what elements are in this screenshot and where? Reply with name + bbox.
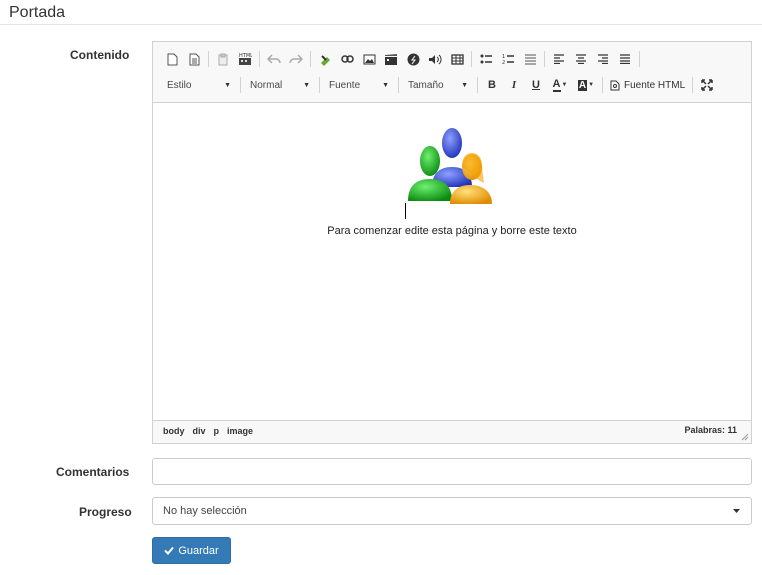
toolbar-separator bbox=[259, 51, 260, 67]
toolbar-separator bbox=[398, 77, 399, 93]
comments-label: Comentarios bbox=[56, 465, 130, 479]
align-left-icon[interactable] bbox=[548, 48, 570, 70]
content-label: Contenido bbox=[70, 48, 130, 62]
svg-text:HTML: HTML bbox=[239, 53, 252, 59]
caret-down-icon bbox=[733, 509, 740, 513]
toolbar-separator bbox=[602, 77, 603, 93]
chevron-down-icon: ▼ bbox=[561, 82, 568, 88]
flash-icon[interactable] bbox=[402, 48, 424, 70]
users-group-image bbox=[408, 128, 492, 204]
comments-input[interactable] bbox=[152, 458, 752, 485]
chevron-down-icon: ▼ bbox=[382, 81, 389, 89]
progress-label: Progreso bbox=[79, 505, 132, 519]
path-item[interactable]: body bbox=[163, 426, 185, 436]
rich-text-editor: HTML 1 2 Estilo ▼ Normal ▼ Fuente ▼ Tama… bbox=[152, 41, 752, 444]
anchor-icon[interactable] bbox=[314, 48, 336, 70]
horizontal-rule-icon[interactable] bbox=[519, 48, 541, 70]
toolbar-separator bbox=[310, 51, 311, 67]
editor-content-area[interactable]: Para comenzar edite esta página y borre … bbox=[153, 103, 751, 421]
align-center-icon[interactable] bbox=[570, 48, 592, 70]
editor-toolbar: HTML 1 2 Estilo ▼ Normal ▼ Fuente ▼ Tama… bbox=[153, 42, 751, 103]
underline-button[interactable]: U bbox=[525, 74, 547, 96]
bg-color-label: A bbox=[577, 79, 588, 91]
title-divider bbox=[0, 24, 762, 25]
toolbar-separator bbox=[208, 51, 209, 67]
format-combo[interactable]: Normal ▼ bbox=[244, 75, 316, 95]
size-combo-label: Tamaño bbox=[408, 79, 444, 91]
new-page-icon[interactable] bbox=[161, 48, 183, 70]
source-icon bbox=[610, 80, 620, 90]
source-html-label: Fuente HTML bbox=[624, 79, 686, 91]
image-icon[interactable] bbox=[358, 48, 380, 70]
toolbar-separator bbox=[319, 77, 320, 93]
chevron-down-icon: ▼ bbox=[224, 81, 231, 89]
checkmark-icon bbox=[164, 546, 175, 555]
justify-icon[interactable] bbox=[614, 48, 636, 70]
resize-handle-icon[interactable] bbox=[741, 433, 749, 441]
toolbar-separator bbox=[639, 51, 640, 67]
toolbar-row-2: Estilo ▼ Normal ▼ Fuente ▼ Tamaño ▼ B I … bbox=[161, 74, 718, 96]
toolbar-separator bbox=[692, 77, 694, 93]
progress-select[interactable]: No hay selección bbox=[152, 497, 752, 525]
italic-button[interactable]: I bbox=[503, 74, 525, 96]
video-icon[interactable] bbox=[380, 48, 402, 70]
style-combo-label: Estilo bbox=[167, 79, 192, 91]
save-button-label: Guardar bbox=[178, 544, 219, 557]
font-combo-label: Fuente bbox=[329, 79, 361, 91]
element-path: body div p image bbox=[163, 426, 253, 436]
toolbar-separator bbox=[544, 51, 545, 67]
chevron-down-icon: ▼ bbox=[588, 82, 595, 88]
maximize-icon[interactable] bbox=[696, 74, 718, 96]
chevron-down-icon: ▼ bbox=[303, 81, 310, 89]
audio-icon[interactable] bbox=[424, 48, 446, 70]
svg-text:2: 2 bbox=[502, 60, 505, 65]
chevron-down-icon: ▼ bbox=[461, 81, 468, 89]
size-combo[interactable]: Tamaño ▼ bbox=[402, 75, 474, 95]
link-icon[interactable] bbox=[336, 48, 358, 70]
save-button[interactable]: Guardar bbox=[152, 537, 231, 564]
progress-selected-value: No hay selección bbox=[163, 505, 247, 517]
editor-status-bar: body div p image Palabras: 11 bbox=[153, 420, 751, 443]
text-cursor bbox=[405, 203, 406, 219]
align-right-icon[interactable] bbox=[592, 48, 614, 70]
editor-body-text: Para comenzar edite esta página y borre … bbox=[327, 225, 577, 237]
table-icon[interactable] bbox=[446, 48, 468, 70]
path-item[interactable]: image bbox=[227, 426, 253, 436]
paste-word-icon[interactable]: HTML bbox=[234, 48, 256, 70]
style-combo[interactable]: Estilo ▼ bbox=[161, 75, 237, 95]
toolbar-separator bbox=[471, 51, 472, 67]
text-color-button[interactable]: A ▼ bbox=[547, 74, 573, 96]
toolbar-separator bbox=[477, 77, 478, 93]
bulleted-list-icon[interactable] bbox=[475, 48, 497, 70]
numbered-list-icon[interactable]: 12 bbox=[497, 48, 519, 70]
text-color-label: A bbox=[552, 77, 561, 92]
undo-icon[interactable] bbox=[263, 48, 285, 70]
redo-icon[interactable] bbox=[285, 48, 307, 70]
toolbar-separator bbox=[240, 77, 241, 93]
paste-icon[interactable] bbox=[212, 48, 234, 70]
source-html-button[interactable]: Fuente HTML bbox=[606, 74, 689, 96]
background-color-button[interactable]: A ▼ bbox=[573, 74, 599, 96]
word-count: Palabras: 11 bbox=[684, 425, 737, 435]
format-combo-label: Normal bbox=[250, 79, 283, 91]
page-title: Portada bbox=[9, 4, 66, 21]
path-item[interactable]: p bbox=[214, 426, 220, 436]
toolbar-row-1: HTML 1 2 bbox=[161, 48, 643, 70]
path-item[interactable]: div bbox=[193, 426, 206, 436]
bold-button[interactable]: B bbox=[481, 74, 503, 96]
font-combo[interactable]: Fuente ▼ bbox=[323, 75, 395, 95]
templates-icon[interactable] bbox=[183, 48, 205, 70]
